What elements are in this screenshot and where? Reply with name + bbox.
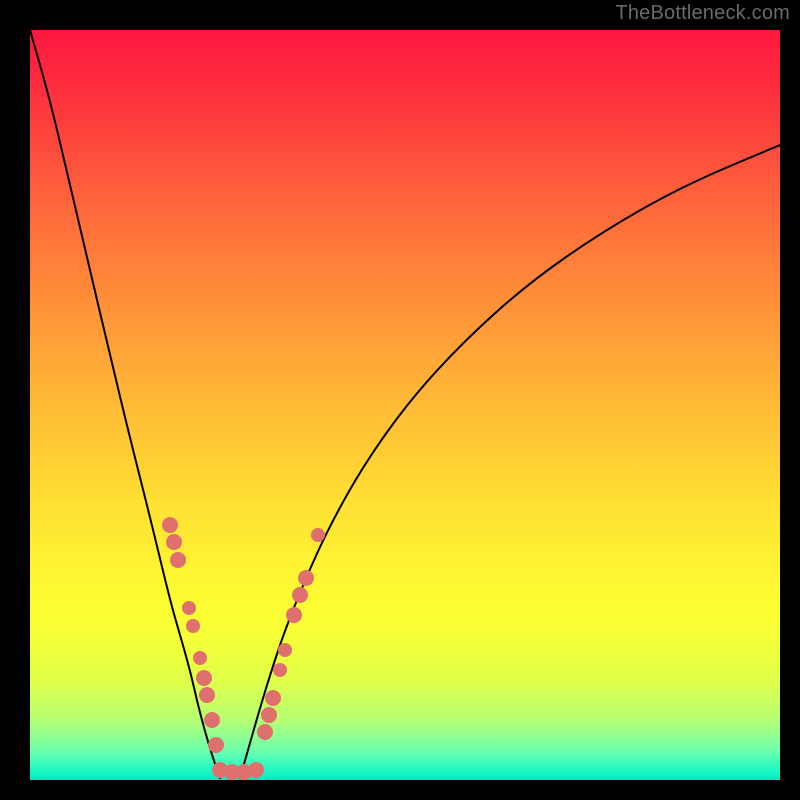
bead-marker (292, 587, 308, 603)
bead-marker (199, 687, 215, 703)
bead-marker (166, 534, 182, 550)
chart-stage: TheBottleneck.com (0, 0, 800, 800)
bead-marker (273, 663, 287, 677)
bead-marker (186, 619, 200, 633)
bead-marker (193, 651, 207, 665)
bead-marker (298, 570, 314, 586)
curves-svg (30, 30, 780, 780)
bead-marker (257, 724, 273, 740)
bead-marker (311, 528, 325, 542)
left-curve (30, 30, 220, 778)
bead-marker (248, 762, 264, 778)
bead-marker (208, 737, 224, 753)
bead-marker (182, 601, 196, 615)
bead-marker (162, 517, 178, 533)
bead-marker (286, 607, 302, 623)
bead-marker (278, 643, 292, 657)
bead-marker (204, 712, 220, 728)
right-curve (240, 145, 780, 778)
watermark-text: TheBottleneck.com (615, 2, 790, 25)
plot-area (30, 30, 780, 780)
bead-marker (265, 690, 281, 706)
bead-marker (170, 552, 186, 568)
bead-marker (196, 670, 212, 686)
bead-marker (261, 707, 277, 723)
bead-group (162, 517, 325, 780)
